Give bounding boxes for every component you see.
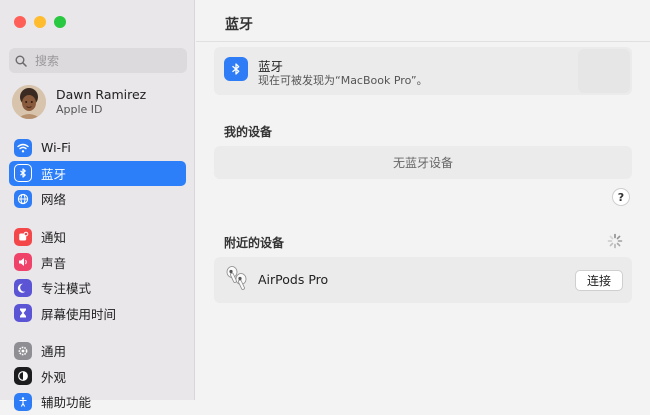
sidebar-item-label: 通知 [41,230,67,245]
main-pane: 蓝牙 蓝牙 现在可被发现为“MacBook Pro”。 我的设备 无蓝牙设备 ?… [196,0,650,400]
sidebar-item-bluetooth[interactable]: 蓝牙 [9,160,186,186]
bluetooth-toggle[interactable] [578,49,630,93]
globe-icon [14,189,32,208]
sidebar-item-label: Wi-Fi [41,140,71,155]
moon-icon [14,278,32,297]
minimize-button[interactable] [34,16,46,28]
bluetooth-status-text: 现在可被发现为“MacBook Pro”。 [258,74,428,87]
sidebar-item-label: 声音 [41,255,67,271]
zoom-button[interactable] [54,16,66,28]
airpods-pro-icon [226,266,247,290]
connect-button[interactable]: 连接 [574,270,623,291]
sidebar-item-label: 辅助功能 [41,395,92,411]
sidebar-item-notifications[interactable]: 通知 [9,224,186,249]
page-title: 蓝牙 [225,17,253,33]
nearby-devices-heading: 附近的设备 [224,236,285,250]
my-devices-heading: 我的设备 [224,125,273,139]
sidebar-group-network: Wi-Fi 蓝牙 网络 [9,135,186,212]
sidebar-item-network[interactable]: 网络 [9,186,186,211]
bluetooth-icon [224,57,248,81]
sidebar-item-screen-time[interactable]: 屏幕使用时间 [9,301,186,326]
my-devices-list: 无蓝牙设备 [214,146,632,179]
sidebar-item-label: 外观 [41,369,67,385]
sidebar-item-label: 通用 [41,344,67,359]
sidebar-item-sound[interactable]: 声音 [9,250,186,275]
search-icon [15,55,27,67]
account-name: Dawn Ramirez [56,87,147,102]
speaker-icon [14,253,32,272]
window-controls [14,16,66,28]
bluetooth-status-card: 蓝牙 现在可被发现为“MacBook Pro”。 [214,47,632,95]
bell-icon [14,227,32,246]
loading-spinner-icon [607,233,623,249]
no-devices-text: 无蓝牙设备 [392,156,453,170]
wifi-icon [14,138,32,157]
appearance-icon [14,367,32,386]
sidebar-group-notifications: 通知 声音 专注模式 屏幕使用时间 [9,224,186,326]
avatar [12,85,46,119]
sidebar-item-label: 屏幕使用时间 [41,306,117,322]
nearby-device-row: AirPods Pro 连接 [214,257,632,303]
search-field[interactable] [9,48,187,73]
account-subtitle: Apple ID [56,103,103,116]
apple-id-account[interactable]: Dawn Ramirez Apple ID [12,85,146,119]
close-button[interactable] [14,16,26,28]
device-name: AirPods Pro [258,272,329,287]
gear-icon [14,341,32,360]
sidebar-item-accessibility[interactable]: 辅助功能 [9,389,186,414]
search-input[interactable] [33,52,177,69]
sidebar-item-appearance[interactable]: 外观 [9,364,186,389]
sidebar-item-focus[interactable]: 专注模式 [9,275,186,300]
hourglass-icon [14,304,32,323]
sidebar-item-label: 专注模式 [41,281,92,297]
sidebar-item-label: 网络 [41,192,67,208]
sidebar-group-system: 通用 外观 辅助功能 [9,338,186,415]
sidebar-item-wifi[interactable]: Wi-Fi [9,135,186,160]
accessibility-icon [14,392,32,411]
sidebar-item-general[interactable]: 通用 [9,338,186,363]
help-button[interactable]: ? [612,188,630,206]
title-divider [196,41,650,42]
sidebar-item-label: 蓝牙 [41,166,67,182]
bluetooth-icon [14,164,32,183]
sidebar: Dawn Ramirez Apple ID Wi-Fi 蓝牙 网络 [0,0,195,411]
memoji-avatar-icon [12,85,46,119]
